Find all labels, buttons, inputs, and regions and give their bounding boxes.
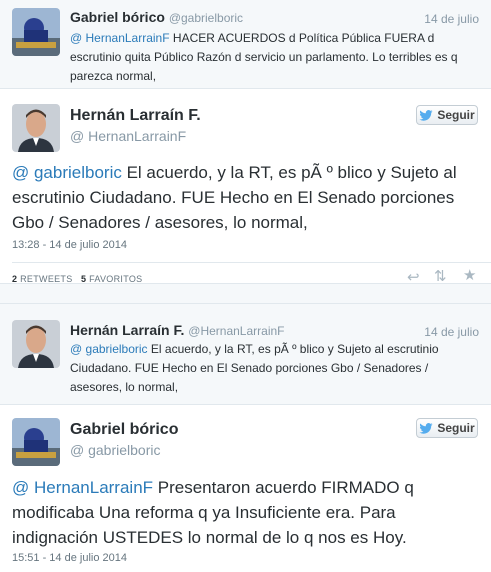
tweet3-date[interactable]: 14 de julio [424,325,479,339]
tweet3-author[interactable]: Hernán Larraín F. @HernanLarrainF [70,322,285,338]
tweet2-handle[interactable]: @ HernanLarrainF [70,128,186,144]
tweet2-timestamp[interactable]: 13:28 - 14 de julio 2014 [12,239,127,251]
follow-button[interactable]: Seguir [416,105,478,125]
follow-button[interactable]: Seguir [416,418,478,438]
tweet4-handle[interactable]: @ gabrielboric [70,442,160,458]
conversation-gap [0,283,491,303]
divider [0,88,491,89]
twitter-bird-icon [419,109,433,121]
tweet4-timestamp[interactable]: 15:51 - 14 de julio 2014 [12,552,127,564]
avatar-gabriel[interactable] [12,418,60,466]
twitter-bird-icon [419,422,433,434]
divider [0,404,491,405]
tweet1-date[interactable]: 14 de julio [424,12,479,26]
tweet1-text: @ HernanLarrainF HACER ACUERDOS d Políti… [70,29,480,86]
tweet4-mention[interactable]: @ HernanLarrainF [12,478,153,497]
tweet4-text: @ HernanLarrainF Presentaron acuerdo FIR… [12,475,482,550]
tweet3-handle[interactable]: @HernanLarrainF [188,324,284,338]
retweet-icon[interactable]: ⇅ [434,269,447,284]
tweet1-author-name[interactable]: Gabriel bórico [70,9,165,25]
tweet2-text: @ gabrielboric El acuerdo, y la RT, es p… [12,160,482,235]
tweet1-mention[interactable]: @ HernanLarrainF [70,31,170,45]
avatar-gabriel[interactable] [12,8,60,56]
divider [0,283,491,284]
tweet3-mention[interactable]: @ gabrielboric [70,342,148,356]
avatar-hernan[interactable] [12,104,60,152]
tweet3-text: @ gabrielboric El acuerdo, y la RT, es p… [70,340,480,397]
tweet1-author[interactable]: Gabriel bórico @gabrielboric [70,9,243,25]
tweet4-author-name[interactable]: Gabriel bórico [70,421,178,439]
star-icon[interactable]: ★ [463,268,476,283]
tweet2-author-name[interactable]: Hernán Larraín F. [70,107,201,125]
tweet1-handle[interactable]: @gabrielboric [169,11,243,25]
follow-button-label: Seguir [437,421,475,435]
follow-button-label: Seguir [437,108,475,122]
avatar-hernan[interactable] [12,320,60,368]
tweet3-author-name[interactable]: Hernán Larraín F. [70,322,184,338]
tweet2-mention[interactable]: @ gabrielboric [12,163,122,182]
divider [12,262,491,263]
